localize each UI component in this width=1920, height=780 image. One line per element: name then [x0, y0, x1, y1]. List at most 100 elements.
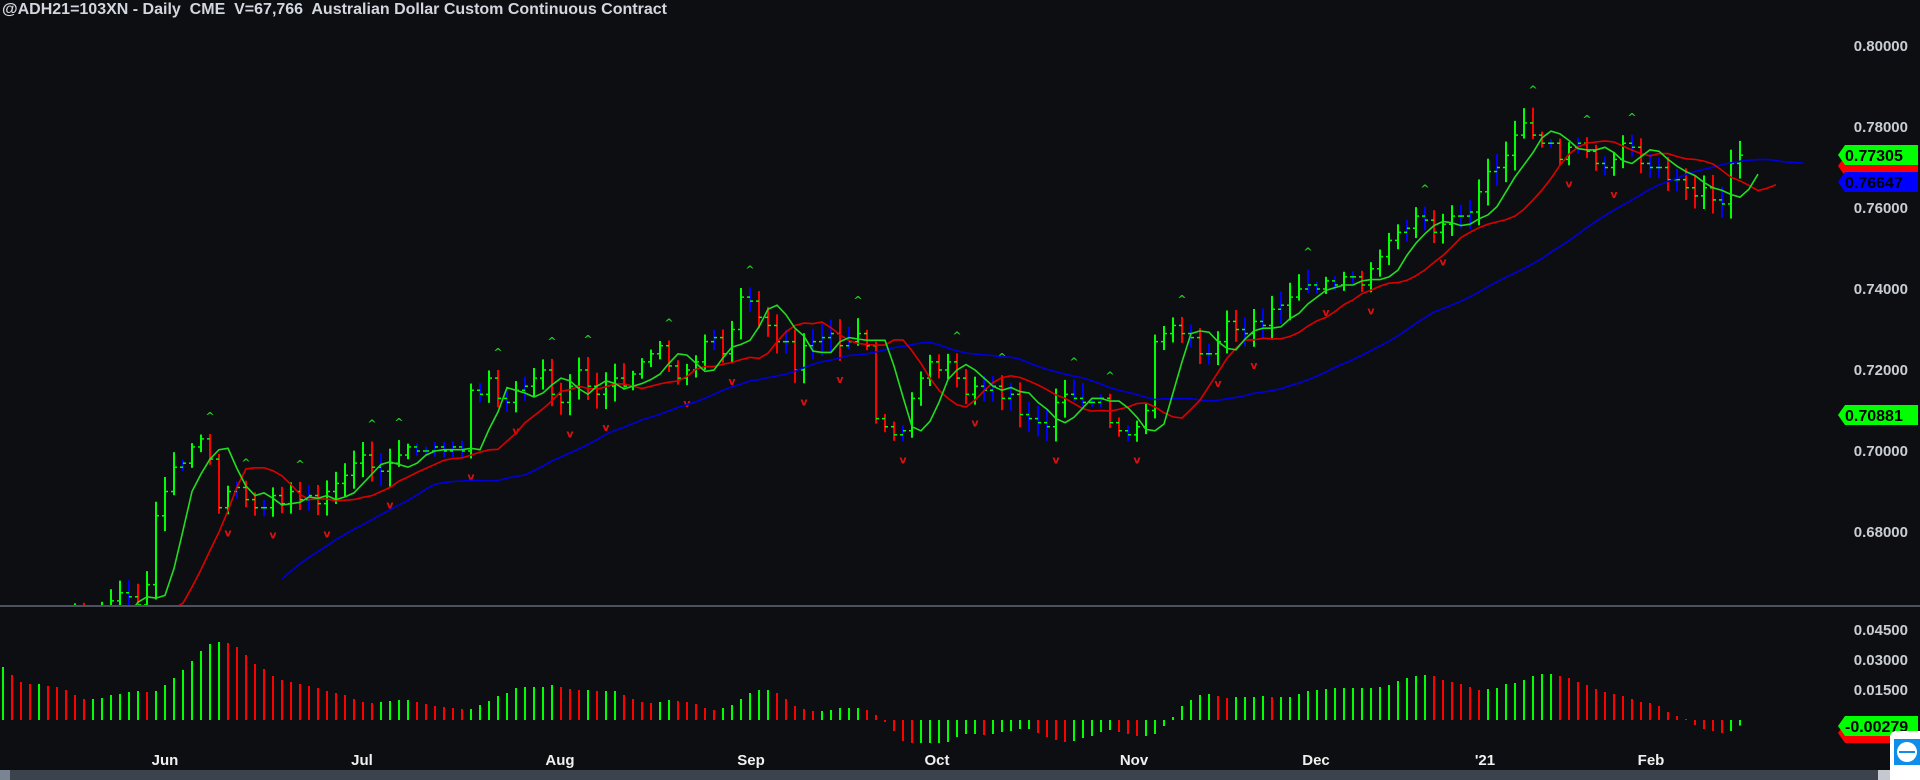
histogram-bar — [1649, 703, 1651, 720]
price-bar — [351, 450, 357, 489]
month-label: Dec — [1302, 752, 1330, 769]
price-bar — [855, 318, 861, 346]
price-bar — [1350, 271, 1356, 284]
medium-moving-average-line — [178, 140, 1777, 605]
price-bar — [90, 610, 96, 640]
month-label: Nov — [1120, 752, 1149, 769]
histogram-bar — [632, 699, 634, 720]
price-bar — [1314, 281, 1320, 294]
histogram-bar — [227, 643, 229, 720]
price-bar — [63, 612, 69, 643]
histogram-bar — [992, 720, 994, 734]
histogram-bar — [299, 684, 301, 720]
price-chart[interactable]: vvv^v^v^v^v^v^v^v^v^vv^vv^v^v^v^^v^vv^v v… — [0, 0, 1920, 780]
price-bar — [693, 355, 699, 378]
histogram-bar — [1262, 696, 1264, 720]
histogram-bar — [164, 685, 166, 720]
price-bar — [1449, 205, 1455, 236]
histogram-bar — [137, 691, 139, 720]
histogram-bar — [821, 711, 823, 720]
histogram-bar — [974, 720, 976, 734]
histogram-bar — [1397, 681, 1399, 720]
price-bar — [1296, 274, 1302, 301]
price-bar — [468, 383, 474, 459]
histogram-bar — [1487, 689, 1489, 720]
price-bar — [1422, 206, 1428, 231]
price-bar — [963, 369, 969, 405]
histogram-bar — [29, 684, 31, 720]
histogram-bar — [1505, 684, 1507, 720]
price-bar — [648, 349, 654, 367]
histogram-bar — [758, 690, 760, 720]
price-bar — [1305, 269, 1311, 294]
histogram-bar — [1064, 720, 1066, 742]
price-bar — [1278, 291, 1284, 324]
price-bar — [360, 442, 366, 478]
histogram-bar — [1379, 687, 1381, 720]
histogram-bar — [1676, 716, 1678, 720]
teamviewer-icon[interactable] — [1894, 739, 1920, 765]
price-bar — [117, 580, 123, 605]
month-label: '21 — [1475, 752, 1495, 769]
histogram-bar — [515, 688, 517, 720]
histogram-bar — [1172, 717, 1174, 720]
histogram-bar — [488, 701, 490, 720]
histogram-bar — [965, 720, 967, 734]
swing-high-marker: ^ — [1069, 355, 1078, 368]
histogram-bar — [1316, 690, 1318, 720]
price-bar — [918, 371, 924, 406]
histogram-bar — [1100, 720, 1102, 732]
histogram-bar — [551, 685, 553, 720]
histogram-bar — [596, 691, 598, 720]
price-bar — [774, 314, 780, 354]
histogram-bar — [1370, 688, 1372, 720]
histogram-bar — [218, 642, 220, 720]
price-bar — [270, 487, 276, 517]
histogram-bar — [1577, 682, 1579, 720]
swing-low-marker: v — [566, 427, 574, 440]
histogram-bar — [1199, 695, 1201, 720]
histogram-bar — [749, 693, 751, 720]
price-bar — [522, 376, 528, 401]
histogram-bar — [110, 695, 112, 720]
price-bar — [1395, 224, 1401, 250]
oscillator-axis-label: 0.04500 — [1854, 622, 1908, 639]
histogram-bar — [722, 708, 724, 720]
histogram-bar — [74, 695, 76, 720]
price-bar — [891, 421, 897, 441]
histogram-bar — [1154, 720, 1156, 734]
histogram-bar — [452, 708, 454, 720]
price-bar — [1098, 394, 1104, 408]
price-axis-label: 0.74000 — [1854, 281, 1908, 298]
slow-moving-average-line — [281, 158, 1804, 580]
swing-high-marker: ^ — [583, 333, 592, 346]
remote-support-widget[interactable] — [1890, 731, 1920, 780]
price-bar — [1629, 134, 1635, 157]
horizontal-scrollbar[interactable] — [0, 770, 1920, 780]
oscillator-pane — [2, 642, 1741, 743]
swing-low-marker: v — [899, 453, 907, 466]
histogram-bar — [1451, 682, 1453, 720]
scroll-left-button[interactable] — [0, 770, 10, 780]
month-label: Oct — [924, 752, 949, 769]
histogram-bar — [1703, 720, 1705, 729]
swing-low-marker: v — [323, 528, 331, 541]
price-bar — [1341, 271, 1347, 291]
swing-high-marker: ^ — [664, 316, 673, 329]
price-bar — [603, 372, 609, 410]
swing-high-marker: ^ — [205, 410, 214, 423]
histogram-bar — [1415, 676, 1417, 720]
price-bar — [909, 392, 915, 438]
histogram-bar — [263, 669, 265, 720]
price-bar — [1674, 168, 1680, 192]
histogram-bar — [812, 711, 814, 720]
histogram-bar — [1181, 706, 1183, 720]
price-bar — [1539, 131, 1545, 148]
histogram-bar — [1163, 720, 1165, 726]
histogram-bar — [713, 710, 715, 720]
price-bar — [1656, 157, 1662, 179]
price-axis-label: 0.72000 — [1854, 362, 1908, 379]
price-bar — [576, 357, 582, 400]
histogram-bar — [785, 699, 787, 720]
price-bar — [1647, 154, 1653, 178]
